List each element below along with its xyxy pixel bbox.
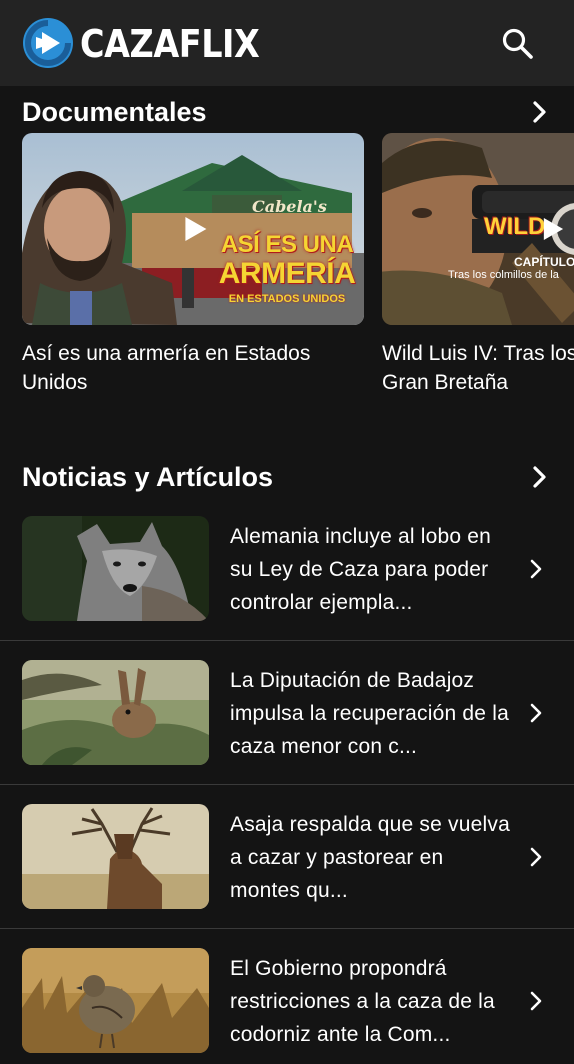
news-thumbnail[interactable] [22, 516, 209, 621]
top-app-bar: CAZAFLIX [0, 0, 574, 86]
news-list-item[interactable]: El Gobierno propondrá restricciones a la… [0, 930, 574, 1064]
deer-image [22, 804, 209, 909]
section-title: Documentales [22, 97, 207, 127]
play-icon[interactable] [183, 216, 207, 242]
wolf-image [22, 516, 209, 621]
video-thumbnail[interactable]: WILD CAPÍTULO Tras los colmillos de la [382, 133, 574, 325]
documentales-header[interactable]: Documentales [22, 93, 552, 133]
section-title: Noticias y Artículos [22, 462, 274, 492]
divider [0, 784, 574, 785]
chevron-right-icon[interactable] [524, 557, 548, 581]
video-card[interactable]: Cabela's ASÍ ES UNA ARMERÍA EN ESTADOS U… [22, 133, 364, 394]
news-list-item[interactable]: La Diputación de Badajoz impulsa la recu… [0, 642, 574, 785]
brand-name[interactable]: CAZAFLIX [80, 22, 260, 66]
rabbit-image [22, 660, 209, 765]
video-title[interactable]: Así es una armería en Estados Unidos [22, 339, 364, 397]
chevron-right-icon[interactable] [526, 99, 552, 125]
documentales-carousel[interactable]: Cabela's ASÍ ES UNA ARMERÍA EN ESTADOS U… [22, 133, 574, 403]
search-icon[interactable] [500, 26, 534, 60]
divider [0, 640, 574, 641]
divider [0, 928, 574, 929]
video-title[interactable]: Wild Luis IV: Tras los colmillos de la G… [382, 339, 574, 397]
chevron-right-icon[interactable] [526, 464, 552, 490]
news-thumbnail[interactable] [22, 948, 209, 1053]
news-list-item[interactable]: Asaja respalda que se vuelva a cazar y p… [0, 786, 574, 929]
news-list-item[interactable]: Alemania incluye al lobo en su Ley de Ca… [0, 498, 574, 641]
chevron-right-icon[interactable] [524, 989, 548, 1013]
news-title[interactable]: Alemania incluye al lobo en su Ley de Ca… [230, 520, 515, 619]
thumbnail-subtitle-text: Tras los colmillos de la [448, 269, 559, 281]
play-logo-icon[interactable] [22, 17, 74, 69]
chevron-right-icon[interactable] [524, 845, 548, 869]
news-title[interactable]: El Gobierno propondrá restricciones a la… [230, 952, 515, 1051]
quail-image [22, 948, 209, 1053]
news-thumbnail[interactable] [22, 660, 209, 765]
news-thumbnail[interactable] [22, 804, 209, 909]
thumbnail-headline-1: ASÍ ES UNA [220, 231, 354, 258]
news-title[interactable]: Asaja respalda que se vuelva a cazar y p… [230, 808, 515, 907]
thumbnail-headline-2: ARMERÍA [218, 257, 356, 290]
thumbnail-chapter-text: CAPÍTULO [514, 255, 574, 269]
play-icon[interactable] [542, 217, 564, 241]
video-thumbnail[interactable]: Cabela's ASÍ ES UNA ARMERÍA EN ESTADOS U… [22, 133, 364, 325]
thumbnail-headline-3: EN ESTADOS UNIDOS [228, 293, 346, 305]
thumbnail-brand-text: WILD [484, 213, 546, 240]
noticias-header[interactable]: Noticias y Artículos [22, 458, 552, 498]
chevron-right-icon[interactable] [524, 701, 548, 725]
news-title[interactable]: La Diputación de Badajoz impulsa la recu… [230, 664, 515, 763]
thumbnail-sign-text: Cabela's [252, 197, 327, 216]
video-card[interactable]: WILD CAPÍTULO Tras los colmillos de la W… [382, 133, 574, 394]
